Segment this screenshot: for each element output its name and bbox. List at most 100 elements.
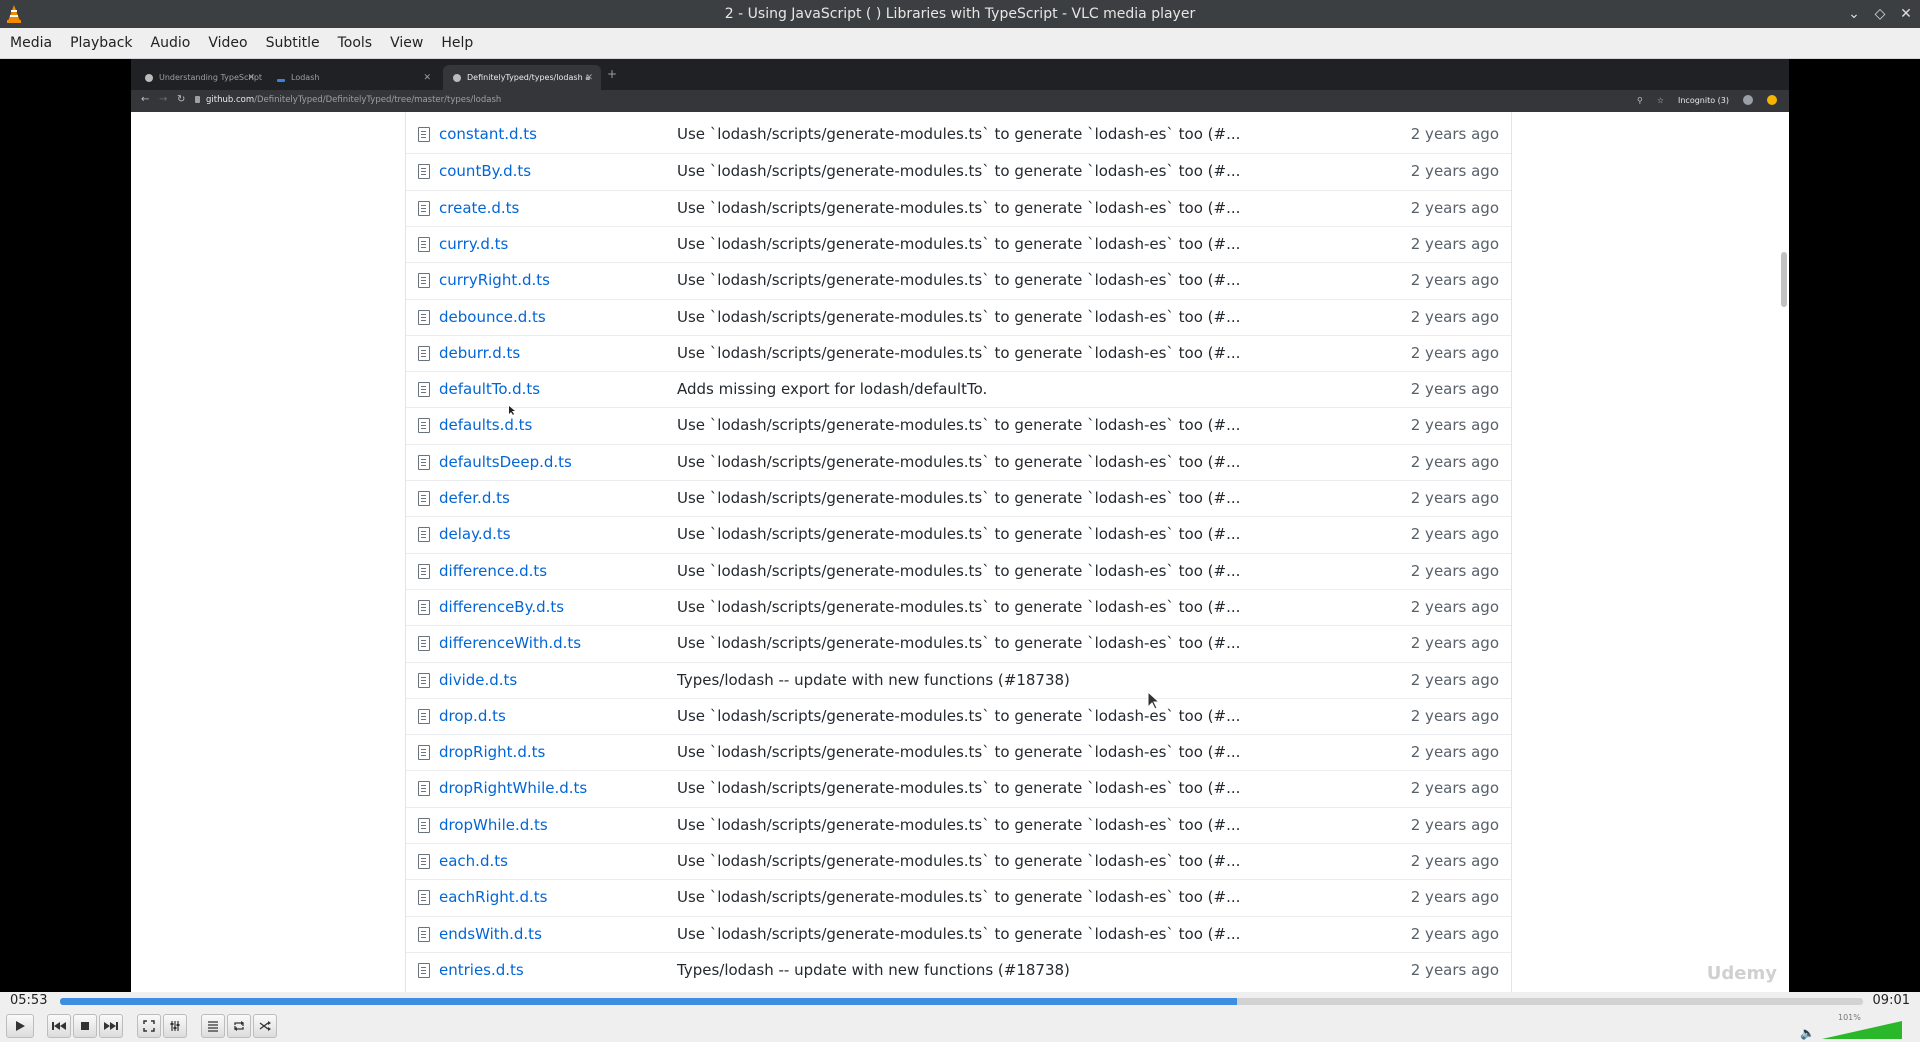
file-icon (418, 345, 430, 361)
next-button[interactable] (99, 1014, 123, 1038)
commit-message-link[interactable]: Adds missing export for lodash/defaultTo… (677, 380, 987, 398)
file-name-link[interactable]: deburr.d.ts (439, 344, 520, 362)
file-icon (418, 563, 430, 579)
file-name-link[interactable]: dropWhile.d.ts (439, 816, 548, 834)
file-icon (418, 599, 430, 615)
previous-button[interactable] (47, 1014, 71, 1038)
commit-message-link[interactable]: Use `lodash/scripts/generate-modules.ts`… (677, 743, 1240, 761)
file-row: drop.d.ts Use `lodash/scripts/generate-mo… (406, 697, 1511, 734)
close-icon: ✕ (585, 72, 593, 83)
commit-message-link[interactable]: Use `lodash/scripts/generate-modules.ts`… (677, 779, 1240, 797)
menu-media[interactable]: Media (2, 28, 60, 59)
file-name-link[interactable]: defaults.d.ts (439, 416, 532, 434)
shuffle-icon (259, 1021, 271, 1031)
commit-message-link[interactable]: Use `lodash/scripts/generate-modules.ts`… (677, 453, 1240, 471)
extended-settings-button[interactable] (163, 1014, 187, 1038)
seek-bar-row: 05:53 09:01 (0, 992, 1920, 1010)
menu-tools[interactable]: Tools (330, 28, 381, 59)
file-name-link[interactable]: defaultTo.d.ts (439, 380, 540, 398)
commit-message-link[interactable]: Types/lodash -- update with new function… (677, 671, 1070, 689)
commit-age: 2 years ago (1410, 452, 1499, 471)
menu-audio[interactable]: Audio (143, 28, 199, 59)
stop-button[interactable] (73, 1014, 97, 1038)
close-icon: ✕ (247, 72, 255, 83)
minimize-icon[interactable]: ⌄ (1846, 6, 1862, 22)
file-row: defaults.d.ts Use `lodash/scripts/generat… (406, 407, 1511, 443)
playlist-button[interactable] (201, 1014, 225, 1038)
new-tab-icon: + (607, 67, 618, 81)
volume-control[interactable]: 🔈 101% (1800, 1013, 1910, 1041)
extended-settings-icon (170, 1021, 180, 1031)
file-name-link[interactable]: countBy.d.ts (439, 162, 531, 180)
file-name-link[interactable]: differenceWith.d.ts (439, 634, 581, 652)
video-area[interactable]: Understanding TypeScript ✕ Lodash ✕ Defi… (0, 59, 1920, 992)
commit-message-link[interactable]: Use `lodash/scripts/generate-modules.ts`… (677, 888, 1240, 906)
file-name-link[interactable]: curry.d.ts (439, 235, 508, 253)
commit-message-link[interactable]: Use `lodash/scripts/generate-modules.ts`… (677, 489, 1240, 507)
close-icon[interactable]: ✕ (1898, 6, 1914, 22)
file-icon (418, 708, 430, 724)
forward-icon: → (159, 94, 168, 105)
file-row: countBy.d.ts Use `lodash/scripts/generate… (406, 153, 1511, 189)
fullscreen-button[interactable] (137, 1014, 161, 1038)
file-name-link[interactable]: debounce.d.ts (439, 308, 546, 326)
commit-message-link[interactable]: Use `lodash/scripts/generate-modules.ts`… (677, 562, 1240, 580)
seek-slider[interactable] (60, 998, 1863, 1005)
volume-slider[interactable] (1822, 1021, 1902, 1039)
cursor-icon (1147, 691, 1161, 710)
menu-playback[interactable]: Playback (62, 28, 140, 59)
file-name-link[interactable]: curryRight.d.ts (439, 271, 550, 289)
file-name-link[interactable]: defaultsDeep.d.ts (439, 453, 572, 471)
commit-message-link[interactable]: Use `lodash/scripts/generate-modules.ts`… (677, 162, 1240, 180)
file-name-link[interactable]: difference.d.ts (439, 562, 547, 580)
file-name-link[interactable]: entries.d.ts (439, 961, 524, 979)
file-row: defaultsDeep.d.ts Use `lodash/scripts/gen… (406, 443, 1511, 480)
url-host: github.com (206, 95, 255, 105)
file-name-link[interactable]: eachRight.d.ts (439, 888, 547, 906)
commit-message-link[interactable]: Use `lodash/scripts/generate-modules.ts`… (677, 816, 1240, 834)
commit-message-link[interactable]: Use `lodash/scripts/generate-modules.ts`… (677, 598, 1240, 616)
file-row: debounce.d.ts Use `lodash/scripts/generat… (406, 298, 1511, 335)
commit-message-link[interactable]: Use `lodash/scripts/generate-modules.ts`… (677, 634, 1240, 652)
commit-message-link[interactable]: Use `lodash/scripts/generate-modules.ts`… (677, 344, 1240, 362)
commit-message-link[interactable]: Use `lodash/scripts/generate-modules.ts`… (677, 125, 1240, 143)
menu-bar: Media Playback Audio Video Subtitle Tool… (0, 28, 1920, 59)
commit-message-link[interactable]: Types/lodash -- update with new function… (677, 961, 1070, 979)
loop-button[interactable] (227, 1014, 251, 1038)
commit-message-link[interactable]: Use `lodash/scripts/generate-modules.ts`… (677, 308, 1240, 326)
shuffle-button[interactable] (253, 1014, 277, 1038)
speaker-icon[interactable]: 🔈 (1800, 1026, 1815, 1040)
file-row: delay.d.ts Use `lodash/scripts/generate-m… (406, 516, 1511, 552)
commit-age: 2 years ago (1410, 416, 1499, 435)
commit-message-link[interactable]: Use `lodash/scripts/generate-modules.ts`… (677, 199, 1240, 217)
commit-message-link[interactable]: Use `lodash/scripts/generate-modules.ts`… (677, 235, 1240, 253)
menu-view[interactable]: View (382, 28, 431, 59)
page-scrollbar (1781, 252, 1787, 307)
commit-message-link[interactable]: Use `lodash/scripts/generate-modules.ts`… (677, 925, 1240, 943)
browser-toolbar: ← → ↻ github.com/DefinitelyTyped/Definit… (131, 90, 1789, 112)
menu-help[interactable]: Help (433, 28, 481, 59)
menu-video[interactable]: Video (200, 28, 255, 59)
file-row: constant.d.ts Use `lodash/scripts/generat… (406, 117, 1511, 153)
file-name-link[interactable]: constant.d.ts (439, 125, 537, 143)
restore-icon[interactable]: ◇ (1872, 6, 1888, 22)
next-icon (104, 1022, 118, 1030)
commit-message-link[interactable]: Use `lodash/scripts/generate-modules.ts`… (677, 416, 1240, 434)
file-name-link[interactable]: differenceBy.d.ts (439, 598, 564, 616)
file-name-link[interactable]: defer.d.ts (439, 489, 510, 507)
extension-icon (1767, 95, 1777, 105)
file-name-link[interactable]: each.d.ts (439, 852, 508, 870)
commit-message-link[interactable]: Use `lodash/scripts/generate-modules.ts`… (677, 852, 1240, 870)
file-name-link[interactable]: delay.d.ts (439, 525, 511, 543)
play-button[interactable] (6, 1014, 34, 1038)
file-name-link[interactable]: drop.d.ts (439, 707, 506, 725)
commit-message-link[interactable]: Use `lodash/scripts/generate-modules.ts`… (677, 525, 1240, 543)
file-name-link[interactable]: dropRightWhile.d.ts (439, 779, 587, 797)
menu-subtitle[interactable]: Subtitle (258, 28, 328, 59)
commit-message-link[interactable]: Use `lodash/scripts/generate-modules.ts`… (677, 271, 1240, 289)
file-name-link[interactable]: create.d.ts (439, 199, 519, 217)
file-name-link[interactable]: endsWith.d.ts (439, 925, 542, 943)
file-name-link[interactable]: dropRight.d.ts (439, 743, 545, 761)
commit-age: 2 years ago (1410, 162, 1499, 181)
file-name-link[interactable]: divide.d.ts (439, 671, 517, 689)
